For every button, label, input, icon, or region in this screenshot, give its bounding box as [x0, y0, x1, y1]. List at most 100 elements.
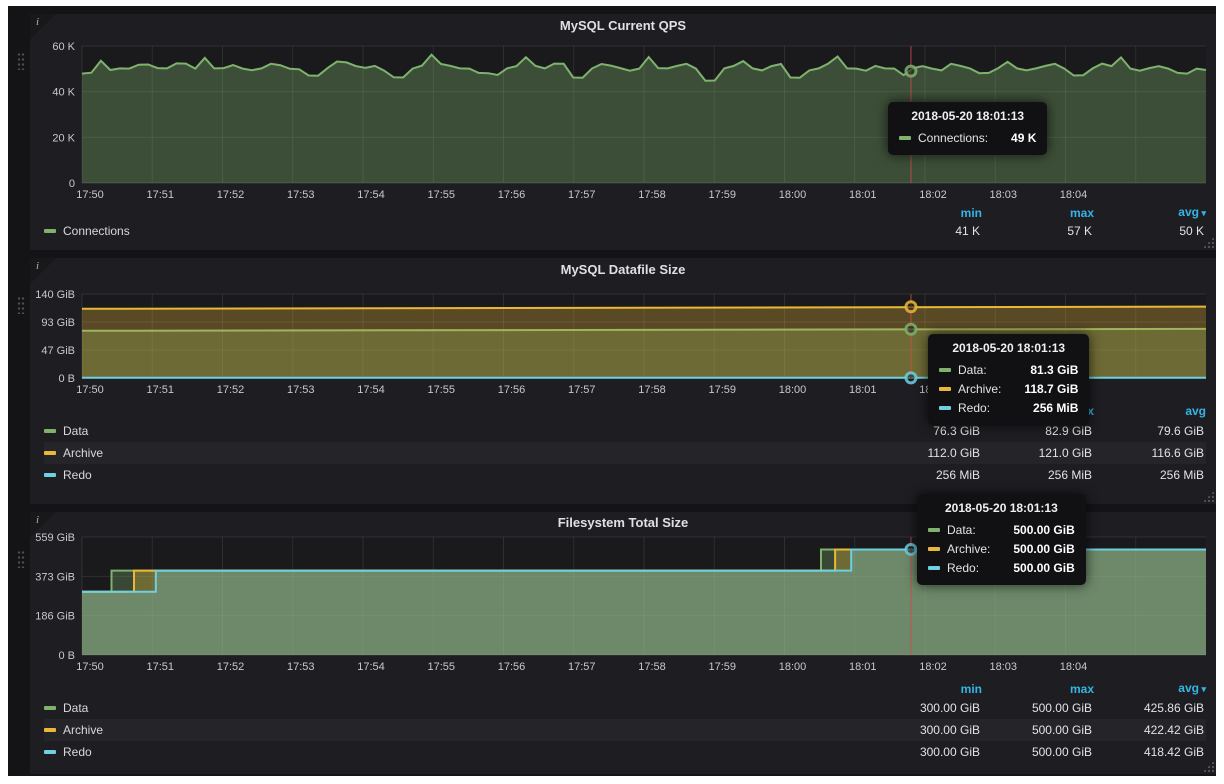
- tooltip-series-value: 81.3 GiB: [1014, 363, 1078, 377]
- panel-gutter: [8, 512, 30, 774]
- panel-mysql-datafile-size: i MySQL Datafile Size 0 B47 GiB93 GiB140…: [30, 258, 1216, 504]
- panel-mysql-current-qps: i MySQL Current QPS 020 K40 K60 K17:5017…: [30, 14, 1216, 250]
- stat-value-min: 41 K: [870, 221, 982, 241]
- svg-text:17:57: 17:57: [568, 661, 596, 673]
- svg-text:40 K: 40 K: [52, 87, 75, 99]
- series-color-dash-icon: [44, 451, 56, 455]
- svg-text:17:52: 17:52: [217, 189, 245, 201]
- svg-text:17:51: 17:51: [146, 661, 174, 673]
- series-label: Redo: [63, 464, 92, 486]
- stat-value-max: 57 K: [982, 221, 1094, 241]
- tooltip-series-row: Data: 81.3 GiB: [939, 360, 1078, 379]
- legend-series-archive[interactable]: Archive: [44, 719, 870, 741]
- series-color-dash-icon: [928, 528, 940, 532]
- legend-row: Redo256 MiB256 MiB256 MiB: [44, 464, 1206, 486]
- legend-row: Archive300.00 GiB500.00 GiB422.42 GiB: [44, 719, 1206, 741]
- info-icon[interactable]: i: [36, 260, 39, 272]
- stat-header-avg[interactable]: avg: [1094, 402, 1206, 420]
- svg-text:17:56: 17:56: [498, 384, 526, 396]
- panel-info-corner[interactable]: [30, 258, 56, 284]
- info-icon[interactable]: i: [36, 514, 39, 526]
- legend-row: Data300.00 GiB500.00 GiB425.86 GiB: [44, 697, 1206, 719]
- tooltip-series-label: Data:: [958, 363, 987, 377]
- tooltip-series-row: Redo:500.00 GiB: [928, 558, 1075, 577]
- stat-value-min: 300.00 GiB: [870, 719, 982, 741]
- svg-text:140 GiB: 140 GiB: [35, 289, 75, 301]
- svg-text:373 GiB: 373 GiB: [35, 571, 75, 583]
- svg-text:17:51: 17:51: [146, 189, 174, 201]
- stat-value-max: 500.00 GiB: [982, 741, 1094, 763]
- tooltip-series-value: 500.00 GiB: [997, 523, 1074, 537]
- series-label: Archive: [63, 719, 103, 741]
- svg-text:17:54: 17:54: [357, 384, 385, 396]
- svg-text:17:56: 17:56: [498, 661, 526, 673]
- stat-header-max[interactable]: max: [982, 204, 1094, 222]
- svg-text:93 GiB: 93 GiB: [41, 317, 75, 329]
- svg-text:17:53: 17:53: [287, 189, 315, 201]
- svg-text:17:53: 17:53: [287, 661, 315, 673]
- legend-series-data[interactable]: Data: [44, 697, 870, 719]
- legend-series-archive[interactable]: Archive: [44, 442, 870, 464]
- svg-text:17:50: 17:50: [76, 189, 104, 201]
- stat-value-max: 500.00 GiB: [982, 719, 1094, 741]
- legend-series-connections[interactable]: Connections: [44, 221, 870, 241]
- stat-header-max[interactable]: max: [982, 680, 1094, 698]
- stat-header-min[interactable]: min: [870, 680, 982, 698]
- stat-value-avg: 425.86 GiB: [1094, 697, 1206, 719]
- panel-drag-handle-icon[interactable]: [17, 550, 25, 568]
- svg-text:18:02: 18:02: [919, 661, 947, 673]
- legend-series-redo[interactable]: Redo: [44, 464, 870, 486]
- series-color-dash-icon: [44, 473, 56, 477]
- stat-value-max: 256 MiB: [982, 464, 1094, 486]
- info-icon[interactable]: i: [36, 16, 39, 28]
- stat-value-min: 300.00 GiB: [870, 697, 982, 719]
- series-label: Archive: [63, 442, 103, 464]
- svg-text:17:58: 17:58: [638, 384, 666, 396]
- stat-header-avg[interactable]: avg ▾: [1094, 203, 1206, 222]
- svg-text:186 GiB: 186 GiB: [35, 611, 75, 623]
- svg-text:60 K: 60 K: [52, 41, 75, 53]
- tooltip-timestamp: 2018-05-20 18:01:13: [928, 501, 1075, 515]
- legend-row: Connections41 K57 K50 K: [44, 221, 1206, 241]
- chart-tooltip: 2018-05-20 18:01:13Data:500.00 GiBArchiv…: [917, 494, 1086, 585]
- stat-value-avg: 256 MiB: [1094, 464, 1206, 486]
- legend-row: Archive112.0 GiB121.0 GiB116.6 GiB: [44, 442, 1206, 464]
- stat-value-max: 121.0 GiB: [982, 442, 1094, 464]
- svg-text:18:00: 18:00: [779, 384, 807, 396]
- svg-text:18:04: 18:04: [1060, 189, 1088, 201]
- svg-text:17:56: 17:56: [498, 189, 526, 201]
- svg-text:17:55: 17:55: [427, 189, 455, 201]
- svg-text:18:00: 18:00: [779, 189, 807, 201]
- panel-title[interactable]: MySQL Datafile Size: [30, 258, 1216, 282]
- svg-text:18:01: 18:01: [849, 189, 877, 201]
- svg-text:17:59: 17:59: [708, 384, 736, 396]
- legend-series-data[interactable]: Data: [44, 420, 870, 442]
- grafana-dashboard: i MySQL Current QPS 020 K40 K60 K17:5017…: [8, 6, 1216, 776]
- series-color-dash-icon: [899, 136, 911, 140]
- svg-text:17:57: 17:57: [568, 189, 596, 201]
- panel-drag-handle-icon[interactable]: [17, 52, 25, 70]
- svg-text:17:59: 17:59: [708, 189, 736, 201]
- series-color-dash-icon: [44, 706, 56, 710]
- series-color-dash-icon: [44, 429, 56, 433]
- series-label: Redo: [63, 741, 92, 763]
- svg-text:17:57: 17:57: [568, 384, 596, 396]
- chart-tooltip: 2018-05-20 18:01:13Connections:49 K: [888, 102, 1047, 155]
- legend-block: minmaxavg ▾Data300.00 GiB500.00 GiB425.8…: [30, 679, 1216, 763]
- panel-resize-handle-icon[interactable]: [1203, 491, 1214, 502]
- tooltip-series-label: Data:: [947, 523, 976, 537]
- svg-text:18:01: 18:01: [849, 661, 877, 673]
- panel-info-corner[interactable]: [30, 14, 56, 40]
- svg-text:17:53: 17:53: [287, 384, 315, 396]
- panel-title[interactable]: MySQL Current QPS: [30, 14, 1216, 38]
- stat-header-min[interactable]: min: [870, 204, 982, 222]
- svg-text:17:58: 17:58: [638, 189, 666, 201]
- stat-value-avg: 418.42 GiB: [1094, 741, 1206, 763]
- svg-text:47 GiB: 47 GiB: [41, 345, 75, 357]
- legend-series-redo[interactable]: Redo: [44, 741, 870, 763]
- tooltip-series-value: 500.00 GiB: [997, 561, 1074, 575]
- tooltip-timestamp: 2018-05-20 18:01:13: [939, 341, 1078, 355]
- tooltip-series-value: 118.7 GiB: [1008, 382, 1078, 396]
- panel-drag-handle-icon[interactable]: [17, 296, 25, 314]
- stat-header-avg[interactable]: avg ▾: [1094, 679, 1206, 698]
